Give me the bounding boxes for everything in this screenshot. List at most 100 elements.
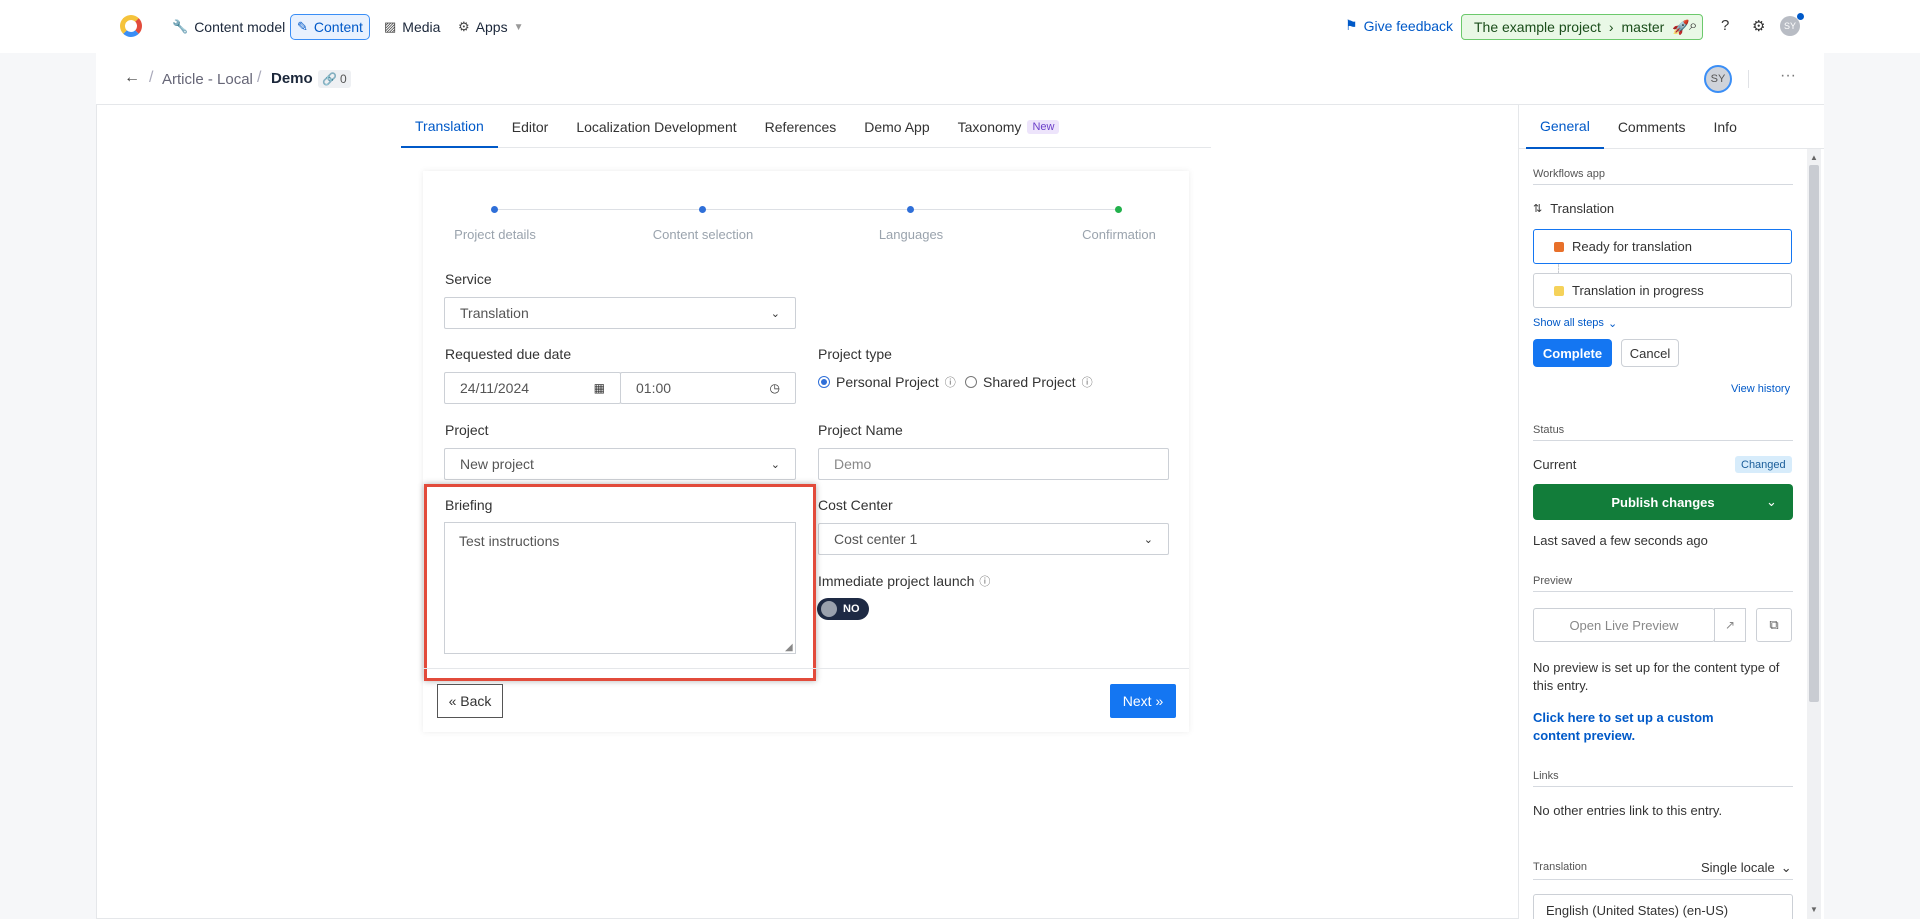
workflow-icon: ⇅ (1533, 203, 1543, 215)
status-current-label: Current (1533, 457, 1577, 472)
workflow-name-text: Translation (1550, 201, 1615, 216)
help-icon[interactable]: ? (1721, 17, 1729, 34)
step-confirmation: Confirmation (1082, 227, 1156, 242)
environment-selector[interactable]: The example project › master 🚀 (1461, 14, 1703, 40)
feedback-label: Give feedback (1363, 17, 1454, 34)
nav-media[interactable]: ▨ Media (378, 14, 446, 40)
service-select[interactable]: Translation ⌄ (444, 297, 796, 329)
step-languages: Languages (878, 227, 944, 242)
step-dot (699, 206, 706, 213)
info-icon: ⓘ (979, 576, 991, 588)
open-live-preview-button[interactable]: Open Live Preview (1533, 608, 1715, 642)
clock-icon: ◷ (769, 381, 780, 395)
divider (1748, 70, 1749, 88)
last-saved-text: Last saved a few seconds ago (1533, 533, 1708, 548)
translation-heading: Translation (1533, 861, 1588, 873)
more-options-icon[interactable]: ··· (1780, 67, 1796, 85)
due-time-input[interactable]: 01:00 ◷ (620, 372, 796, 404)
info-icon: ⓘ (944, 377, 956, 389)
sidebar-tab-info[interactable]: Info (1700, 105, 1751, 149)
card-footer-divider (423, 668, 1189, 669)
breadcrumb-separator: / (149, 69, 154, 86)
publish-changes-button[interactable]: Publish changes (1533, 484, 1793, 520)
radio-personal-project[interactable]: Personal Project ⓘ (818, 374, 956, 390)
locale-mode-select[interactable]: Single locale ⌄ (1701, 860, 1792, 876)
step-color-marker (1554, 241, 1564, 252)
pencil-icon: ✎ (297, 19, 308, 34)
puzzle-icon: ⚙ (458, 19, 470, 34)
references-badge[interactable]: 🔗 0 (318, 70, 351, 88)
env-branch: master (1621, 19, 1665, 35)
cost-center-select[interactable]: Cost center 1 ⌄ (818, 523, 1169, 555)
chevron-down-icon[interactable]: ⌄ (1766, 494, 1777, 510)
project-name-placeholder: Demo (834, 456, 872, 472)
project-name-input[interactable]: Demo (818, 448, 1169, 480)
project-type-label: Project type (818, 346, 892, 362)
search-icon[interactable]: ⌕ (1689, 17, 1697, 34)
radio-button[interactable] (818, 376, 830, 388)
workflow-step-in-progress[interactable]: Translation in progress (1533, 273, 1792, 308)
back-arrow-icon[interactable]: ← (124, 69, 140, 87)
give-feedback-link[interactable]: ⚑ Give feedback (1345, 17, 1453, 34)
due-date-input[interactable]: 24/11/2024 ▦ (444, 372, 621, 404)
external-link-icon[interactable]: ↗ (1714, 608, 1746, 642)
radio-label: Personal Project (836, 374, 939, 390)
tab-editor[interactable]: Editor (498, 105, 563, 148)
radio-shared-project[interactable]: Shared Project ⓘ (965, 374, 1093, 390)
entry-title: Demo (271, 70, 313, 87)
radio-button[interactable] (965, 376, 977, 388)
tab-taxonomy[interactable]: Taxonomy New (944, 105, 1074, 148)
reference-count: 0 (339, 72, 347, 86)
nav-apps[interactable]: ⚙ Apps ▼ (452, 14, 529, 40)
step-dot (907, 206, 914, 213)
toggle-knob (821, 601, 837, 617)
show-all-steps-link[interactable]: Show all steps ⌄ (1533, 317, 1617, 330)
nav-content-model[interactable]: 🔧 Content model (166, 14, 291, 40)
chevron-down-icon: ⌄ (1607, 318, 1618, 330)
app-logo[interactable] (120, 15, 142, 37)
settings-icon[interactable]: ⚙ (1752, 17, 1765, 35)
workflow-step-label: Ready for translation (1572, 239, 1692, 254)
sidebar-tab-general[interactable]: General (1526, 105, 1604, 149)
cancel-button[interactable]: Cancel (1621, 339, 1679, 367)
status-badge: Changed (1735, 456, 1792, 473)
sidebar-tab-comments[interactable]: Comments (1604, 105, 1700, 149)
divider (1533, 879, 1793, 880)
sidebar-tabs: General Comments Info (1518, 105, 1824, 149)
scroll-up-icon[interactable]: ▲ (1810, 153, 1818, 162)
user-avatar[interactable]: SY (1780, 16, 1800, 36)
back-button[interactable]: « Back (437, 684, 503, 718)
setup-preview-link[interactable]: Click here to set up a custom content pr… (1533, 709, 1763, 745)
nav-content[interactable]: ✎ Content (290, 14, 370, 40)
chevron-right-icon: › (1608, 19, 1614, 35)
info-icon: ⓘ (1081, 377, 1093, 389)
scroll-down-icon[interactable]: ▼ (1810, 905, 1818, 914)
copy-icon[interactable]: ⧉ (1756, 608, 1792, 642)
scrollbar-thumb[interactable] (1809, 165, 1819, 702)
view-history-link[interactable]: View history (1731, 383, 1790, 395)
chevron-down-icon: ⌄ (770, 307, 780, 320)
workflow-name: ⇅ Translation (1533, 201, 1614, 216)
workflow-step-ready[interactable]: Ready for translation (1533, 229, 1792, 264)
nav-label: Media (402, 19, 441, 35)
tab-references[interactable]: References (751, 105, 851, 148)
next-button[interactable]: Next » (1110, 684, 1176, 718)
immediate-launch-toggle[interactable]: NO (817, 598, 869, 620)
complete-button[interactable]: Complete (1533, 339, 1612, 367)
project-select[interactable]: New project ⌄ (444, 448, 796, 480)
entry-header (96, 53, 1824, 105)
link-icon: 🔗 (322, 72, 337, 86)
tab-translation[interactable]: Translation (401, 105, 498, 148)
cost-center-value: Cost center 1 (834, 531, 918, 547)
project-value: New project (460, 456, 534, 472)
tab-demo-app[interactable]: Demo App (850, 105, 943, 148)
breadcrumb-separator: / (257, 69, 262, 86)
status-heading: Status (1533, 424, 1793, 441)
locale-tag[interactable]: English (United States) (en-US) (1533, 894, 1793, 919)
breadcrumb-content-type[interactable]: Article - Local (162, 71, 253, 88)
collaborator-avatar: SY (1704, 65, 1732, 93)
briefing-highlight-box (424, 484, 816, 681)
flag-icon: ⚑ (1345, 17, 1358, 33)
no-preview-text: No preview is set up for the content typ… (1533, 660, 1780, 693)
tab-localization-development[interactable]: Localization Development (562, 105, 750, 148)
